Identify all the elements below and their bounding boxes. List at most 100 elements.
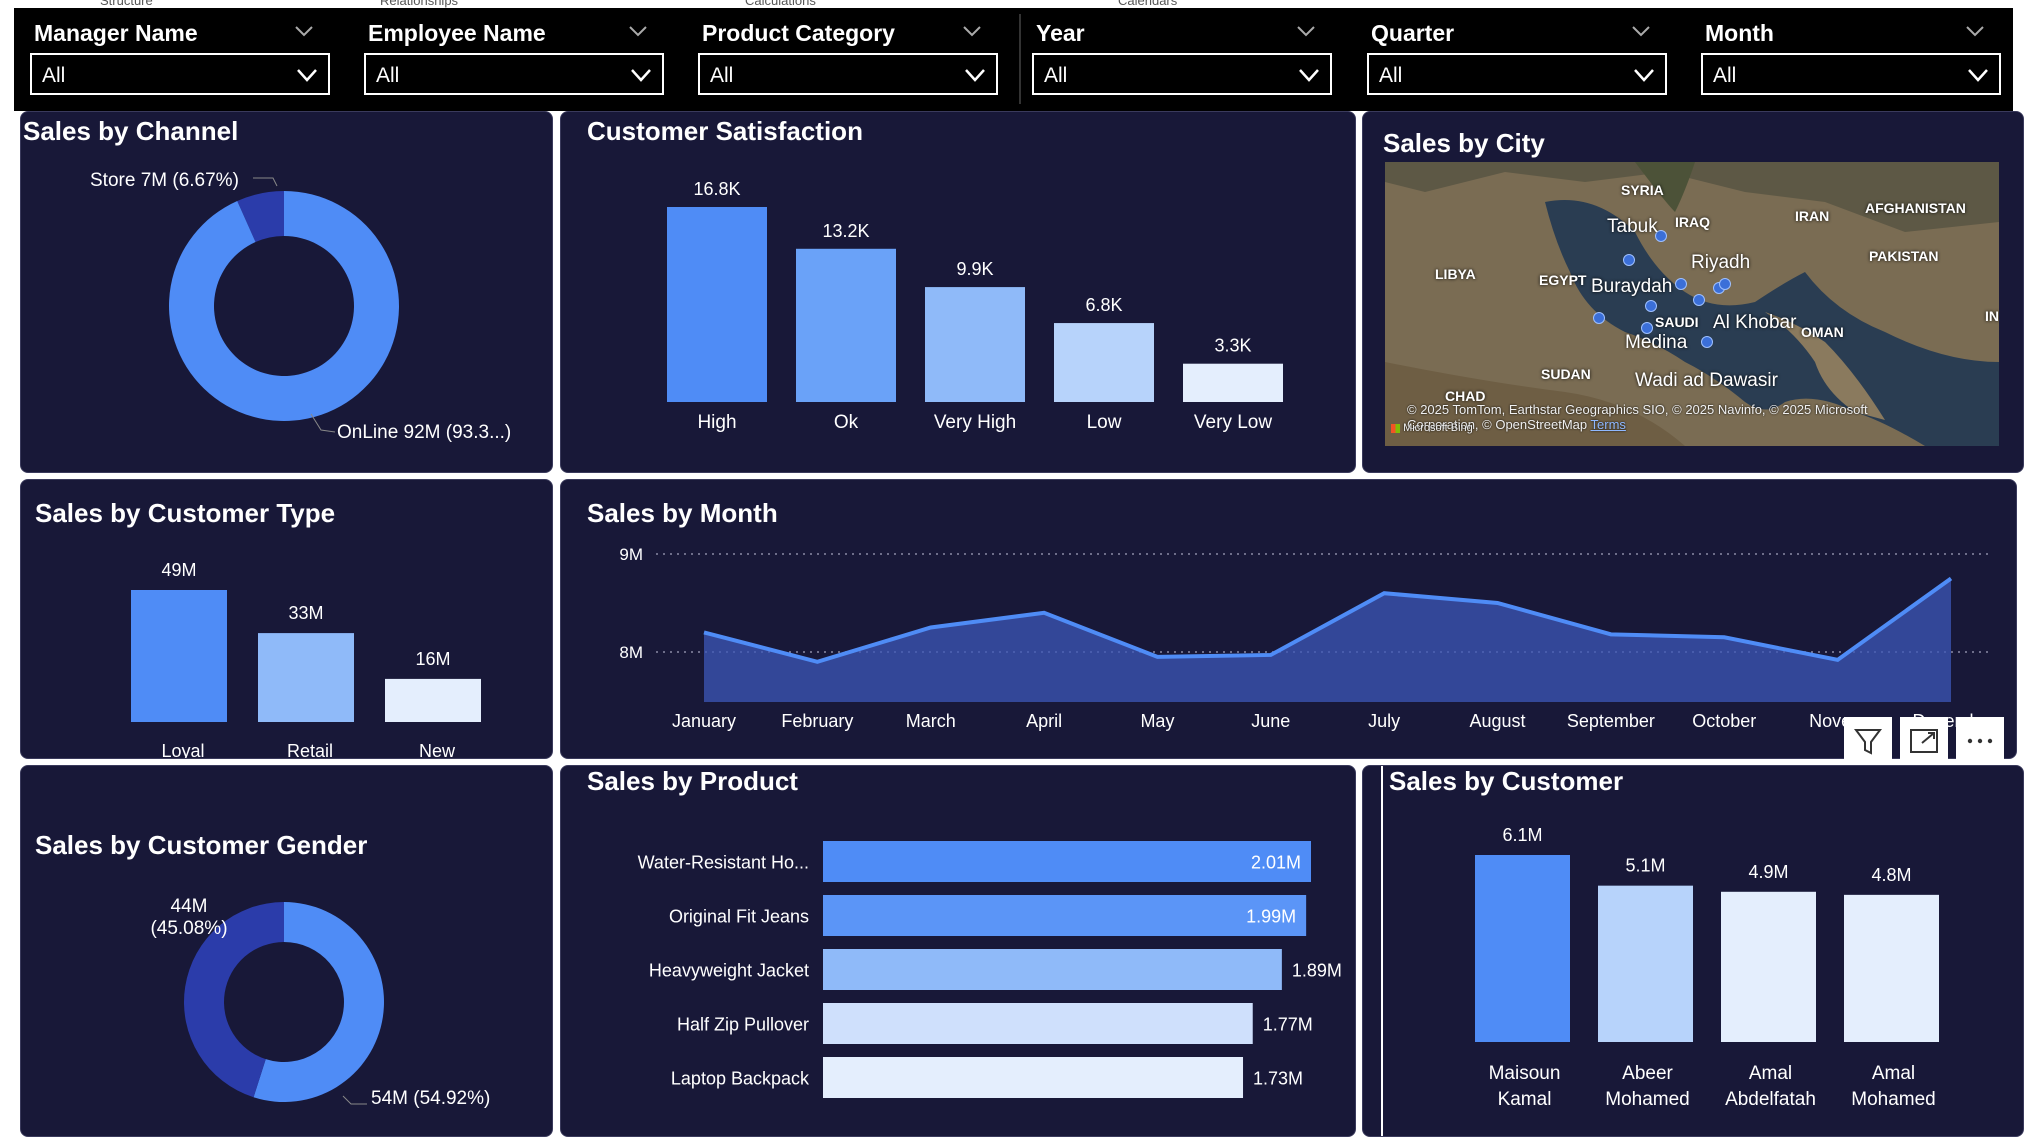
slicer-dropdown[interactable]: All: [364, 53, 664, 95]
tab-structure[interactable]: Structure: [100, 0, 153, 8]
y-tick-label: Water-Resistant Ho...: [638, 853, 809, 873]
x-tick-label: New: [419, 741, 456, 759]
data-label: 33M: [288, 603, 323, 623]
bar-customer-3[interactable]: [1844, 894, 1939, 1042]
city-bubble-medina[interactable]: [1645, 300, 1657, 312]
tab-calendars[interactable]: Calendars: [1118, 0, 1177, 8]
x-tick-label: Amal: [1749, 1063, 1792, 1084]
x-tick-label: February: [781, 711, 853, 731]
bar-customer-2[interactable]: [1721, 891, 1816, 1042]
bar-product-2[interactable]: [823, 949, 1282, 990]
sales-by-customer-type-card[interactable]: Sales by Customer Type 49MLoyalCustomer3…: [20, 479, 553, 759]
chevron-down-icon: [297, 69, 317, 82]
city-label-wadi-ad-dawasir: Wadi ad Dawasir: [1635, 370, 1778, 391]
bar-loyal[interactable]: [131, 590, 227, 722]
bar-product-0[interactable]: [823, 841, 1311, 882]
slicer-label: Quarter: [1371, 20, 1455, 46]
chevron-down-icon[interactable]: [294, 24, 314, 38]
slicer-dropdown[interactable]: All: [1032, 53, 1332, 95]
city-bubble-riyadh[interactable]: [1693, 294, 1705, 306]
slicer-dropdown[interactable]: All: [1367, 53, 1667, 95]
slicer-employee-name[interactable]: Employee Name All: [348, 8, 666, 111]
chevron-down-icon[interactable]: [628, 24, 648, 38]
x-tick-label: High: [697, 412, 736, 433]
y-tick-label: Laptop Backpack: [671, 1069, 810, 1089]
slicer-label: Month: [1705, 20, 1774, 46]
chevron-down-icon: [631, 69, 651, 82]
x-tick-label: Amal: [1872, 1063, 1915, 1084]
chevron-down-icon: [1968, 69, 1988, 82]
bar-customer-0[interactable]: [1475, 855, 1570, 1042]
x-tick-label: Maisoun: [1489, 1063, 1561, 1084]
sales-by-product-card[interactable]: Sales by Product Water-Resistant Ho... 2.…: [560, 765, 1356, 1137]
filter-button[interactable]: [1844, 717, 1892, 765]
x-tick-label: August: [1470, 711, 1526, 731]
bar-new[interactable]: [385, 678, 481, 722]
sales-by-customer-gender-card[interactable]: Sales by Customer Gender 44M (45.08%) 54…: [20, 765, 553, 1137]
y-tick-label: Heavyweight Jacket: [649, 961, 809, 981]
data-label: 13.2K: [822, 221, 869, 241]
chevron-down-icon[interactable]: [962, 24, 982, 38]
bar-retail[interactable]: [258, 633, 354, 722]
map-country-label: PAKISTAN: [1869, 248, 1939, 264]
more-options-icon: [1967, 738, 1993, 744]
map-attribution: © 2025 TomTom, Earthstar Geographics SIO…: [1407, 402, 1927, 432]
chevron-down-icon[interactable]: [1296, 24, 1316, 38]
bar-ok[interactable]: [796, 248, 896, 402]
bar-high[interactable]: [667, 207, 767, 402]
bar-very-low[interactable]: [1183, 363, 1283, 402]
bar-product-3[interactable]: [823, 1003, 1253, 1044]
donut-label-female-value: 44M: [170, 896, 208, 917]
sales-by-customer-card[interactable]: Sales by Customer 6.1M Maisoun Kamal 5.1M Ab…: [1362, 765, 2024, 1137]
customer-satisfaction-card[interactable]: Customer Satisfaction 16.8K High 13.2K Ok 9.…: [560, 111, 1356, 473]
x-tick-label: January: [672, 711, 736, 731]
slicer-month[interactable]: Month All: [1685, 8, 2003, 111]
month-area-chart: 9M 8M January February March April May June July…: [619, 545, 1991, 731]
data-label: 1.77M: [1263, 1015, 1313, 1035]
map-terms-link[interactable]: Terms: [1591, 417, 1626, 432]
x-tick-label: July: [1368, 711, 1400, 731]
gender-donut-chart: [184, 902, 385, 1105]
donut-label-female-pct: (45.08%): [150, 918, 228, 939]
slicer-product-category[interactable]: Product Category All: [682, 8, 1000, 111]
data-label: 4.9M: [1748, 862, 1788, 882]
slicer-manager-name[interactable]: Manager Name All: [14, 8, 332, 111]
city-bubble-yanbu[interactable]: [1593, 312, 1605, 324]
data-label: 9.9K: [956, 259, 993, 279]
slicer-dropdown[interactable]: All: [30, 53, 330, 95]
sales-by-channel-card[interactable]: Sales by Channel Store 7M (6.67%) OnLine…: [20, 111, 553, 473]
chevron-down-icon[interactable]: [1631, 24, 1651, 38]
chevron-down-icon[interactable]: [1965, 24, 1985, 38]
x-tick-label: Ok: [834, 412, 859, 433]
sales-by-month-card[interactable]: Sales by Month 9M 8M January February March A…: [560, 479, 2017, 759]
tab-calculations[interactable]: Calculations: [745, 0, 816, 8]
bar-very-high[interactable]: [925, 287, 1025, 402]
data-label: 1.99M: [1246, 907, 1296, 927]
city-bubble-buraydah[interactable]: [1675, 278, 1687, 290]
slicer-year[interactable]: Year All: [1016, 8, 1334, 111]
slicer-dropdown[interactable]: All: [698, 53, 998, 95]
sales-by-city-card[interactable]: Sales by City SYRIA IRAQ IRAN AFGHANISTA…: [1362, 111, 2024, 473]
slicer-dropdown[interactable]: All: [1701, 53, 2001, 95]
more-options-button[interactable]: [1956, 717, 2004, 765]
city-bubble-tabuk[interactable]: [1623, 254, 1635, 266]
slicer-value: All: [1379, 64, 1403, 87]
map-country-label: SYRIA: [1621, 182, 1664, 198]
city-map[interactable]: SYRIA IRAQ IRAN AFGHANISTAN LIBYA EGYPT …: [1385, 162, 1999, 446]
product-bar-chart: Water-Resistant Ho... 2.01M Original Fit J…: [638, 841, 1342, 1098]
bar-product-4[interactable]: [823, 1057, 1244, 1098]
data-label: 5.1M: [1625, 856, 1665, 876]
focus-mode-button[interactable]: [1900, 717, 1948, 765]
city-bubble-dammam[interactable]: [1719, 278, 1731, 290]
bar-product-1[interactable]: [823, 895, 1307, 936]
report-canvas: Structure Relationships Calculations Cal…: [0, 0, 2031, 1137]
slicer-value: All: [710, 64, 734, 87]
bar-customer-1[interactable]: [1598, 885, 1693, 1042]
channel-slice-1[interactable]: [168, 191, 399, 422]
bar-low[interactable]: [1054, 323, 1154, 402]
x-tick-label: Abeer: [1622, 1063, 1673, 1084]
tab-relationships[interactable]: Relationships: [380, 0, 458, 8]
data-label: 16M: [415, 649, 450, 669]
slicer-quarter[interactable]: Quarter All: [1351, 8, 1669, 111]
city-bubble-jeddah[interactable]: [1701, 336, 1713, 348]
